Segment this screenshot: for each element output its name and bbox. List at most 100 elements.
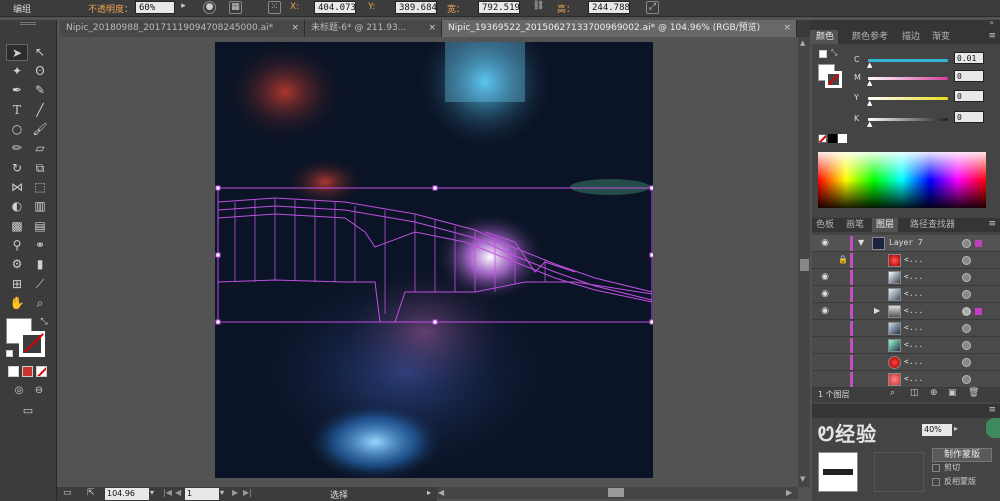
last-page-icon[interactable]: ▶| [243, 488, 252, 497]
black-slider-handle[interactable]: ▲ [867, 120, 872, 128]
status-menu-arrow-icon[interactable]: ▸ [427, 488, 431, 497]
default-colors-icon[interactable] [819, 50, 827, 58]
mesh-tool-icon[interactable]: ▩ [6, 218, 28, 235]
target-icon[interactable] [962, 256, 971, 265]
new-layer-icon[interactable]: ▣ [948, 388, 957, 398]
scroll-up-icon[interactable]: ▲ [800, 39, 805, 47]
sublayer-row[interactable]: <... [812, 337, 1000, 354]
curvature-tool-icon[interactable]: ✎ [29, 82, 51, 99]
align-icon[interactable]: ▦ [229, 1, 242, 14]
color-spectrum[interactable] [818, 152, 986, 208]
eye-icon[interactable]: ◉ [819, 289, 831, 299]
target-icon[interactable] [962, 341, 971, 350]
draw-mode-icon[interactable]: ◎ [8, 382, 30, 399]
clip-checkbox[interactable] [932, 464, 940, 472]
none-mode-icon[interactable] [36, 366, 47, 377]
next-page-icon[interactable]: ▶ [232, 488, 238, 497]
artboard-tool-icon[interactable]: ⊞ [6, 276, 28, 293]
sublayer-name[interactable]: <... [904, 357, 923, 366]
free-transform-tool-icon[interactable]: ⬚ [29, 179, 51, 196]
symbol-sprayer-tool-icon[interactable]: ⚙ [6, 256, 28, 273]
link-icon[interactable]: ⛓ [532, 1, 545, 14]
hand-tool-icon[interactable]: ✋ [6, 295, 28, 312]
trash-icon[interactable]: 🗑 [968, 388, 979, 398]
sublayer-row[interactable]: <... [812, 354, 1000, 371]
close-icon[interactable]: × [783, 20, 791, 37]
tab-pathfinder[interactable]: 路径查找器 [906, 218, 959, 232]
disclosure-triangle-icon[interactable]: ▼ [858, 238, 864, 247]
transform-icon[interactable]: ⤢ [646, 1, 659, 14]
y-field[interactable]: 389.684 [395, 1, 437, 14]
sublayer-name[interactable]: <... [904, 374, 923, 383]
type-tool-icon[interactable]: T [6, 102, 28, 119]
screen-mode-icon[interactable]: ▭ [17, 402, 39, 419]
sublayer-row[interactable]: ◉ <... [812, 269, 1000, 286]
black-swatch[interactable] [828, 134, 837, 143]
disclosure-triangle-icon[interactable]: ▶ [874, 306, 880, 315]
eyedropper-tool-icon[interactable]: ⚲ [6, 237, 28, 254]
vertical-scrollbar[interactable]: ▲ ▼ [798, 37, 810, 487]
zoom-tool-icon[interactable]: ⌕ [29, 295, 51, 312]
sublayer-row[interactable]: 🔒 <... [812, 252, 1000, 269]
sublayer-name[interactable]: <... [904, 340, 923, 349]
swap-fill-stroke-icon[interactable]: ⤡ [33, 314, 55, 331]
export-icon[interactable]: ⇱ [87, 488, 95, 498]
cyan-slider-handle[interactable]: ▲ [867, 61, 872, 69]
cyan-slider[interactable] [868, 59, 948, 62]
make-clipping-mask-icon[interactable]: ◫ [910, 388, 919, 398]
yellow-slider[interactable] [868, 97, 948, 100]
zoom-field[interactable]: 104.96 [105, 488, 149, 500]
chevron-down-icon[interactable]: ▾ [150, 488, 154, 497]
target-icon[interactable] [962, 358, 971, 367]
target-icon[interactable] [962, 273, 971, 282]
width-field[interactable]: 792.519 [478, 1, 520, 14]
sublayer-name[interactable]: <... [904, 306, 923, 315]
scroll-down-icon[interactable]: ▼ [800, 475, 805, 483]
swap-icon[interactable]: ⤡ [831, 48, 837, 58]
direct-selection-tool-icon[interactable]: ↖ [29, 44, 51, 61]
black-slider[interactable] [868, 118, 948, 121]
selection-tool-icon[interactable]: ➤ [6, 44, 28, 61]
panel-menu-icon[interactable]: ≡ [988, 31, 996, 41]
sublayer-name[interactable]: <... [904, 272, 923, 281]
x-field[interactable]: 404.073 [314, 1, 356, 14]
sublayer-row[interactable]: <... [812, 371, 1000, 388]
side-handle[interactable] [986, 418, 1000, 438]
draw-behind-icon[interactable]: ⊖ [28, 382, 50, 399]
horizontal-scrollbar[interactable]: ◀ ▶ [436, 487, 798, 499]
magic-wand-tool-icon[interactable]: ✦ [6, 63, 28, 80]
magenta-slider[interactable] [868, 77, 948, 80]
artboard[interactable] [215, 42, 653, 478]
close-icon[interactable]: × [428, 20, 436, 37]
target-icon[interactable] [962, 324, 971, 333]
lock-icon[interactable]: 🔒 [838, 255, 848, 264]
target-icon[interactable] [962, 290, 971, 299]
opacity-field[interactable]: 60% [135, 1, 175, 14]
make-mask-button[interactable]: 制作蒙版 [932, 448, 992, 462]
locate-object-icon[interactable]: ⌕ [890, 388, 895, 398]
white-swatch[interactable] [838, 134, 847, 143]
shape-builder-tool-icon[interactable]: ◐ [6, 198, 28, 215]
page-field[interactable]: 1 [185, 488, 219, 500]
width-tool-icon[interactable]: ⋈ [6, 179, 28, 196]
panel-stroke-swatch[interactable] [825, 71, 842, 88]
sublayer-name[interactable]: <... [904, 289, 923, 298]
tab-document-2[interactable]: 未标题-6* @ 211.93... × [305, 20, 442, 37]
mask-thumbnail[interactable] [818, 452, 858, 492]
scroll-left-icon[interactable]: ◀ [438, 488, 444, 497]
rotate-tool-icon[interactable]: ↻ [6, 160, 28, 177]
panel-menu-icon[interactable]: ≡ [988, 219, 996, 229]
tab-brushes[interactable]: 画笔 [842, 218, 868, 232]
default-colors-icon[interactable] [6, 350, 13, 357]
first-page-icon[interactable]: |◀ [163, 488, 172, 497]
recolor-icon[interactable]: ● [203, 1, 216, 14]
eye-icon[interactable]: ◉ [819, 238, 831, 248]
cyan-value[interactable]: 0.01 [954, 52, 984, 64]
line-tool-icon[interactable]: ╱ [29, 102, 51, 119]
slice-tool-icon[interactable]: ⟋ [29, 276, 51, 293]
sublayer-name[interactable]: <... [904, 323, 923, 332]
paintbrush-tool-icon[interactable]: 🖌 [29, 121, 51, 138]
magenta-value[interactable]: 0 [954, 70, 984, 82]
none-swatch[interactable] [818, 134, 827, 143]
scale-tool-icon[interactable]: ⧉ [29, 160, 51, 177]
